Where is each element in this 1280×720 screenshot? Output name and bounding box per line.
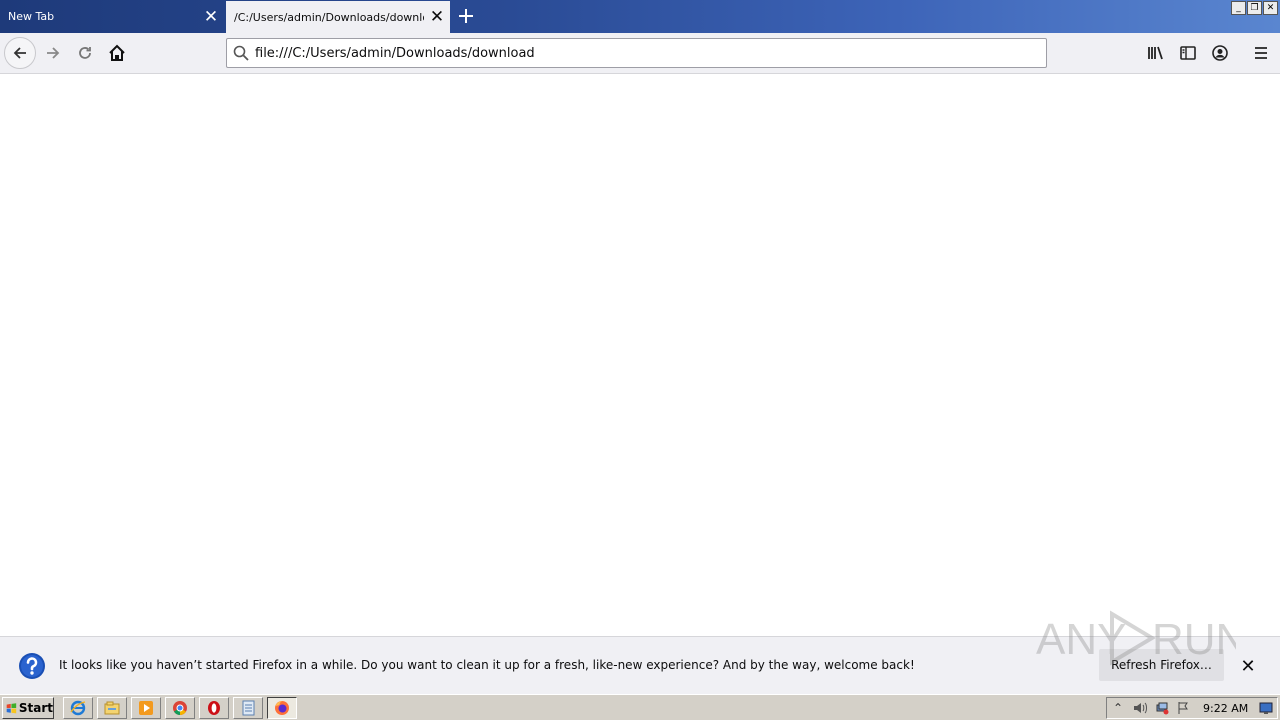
restore-button[interactable]: ❐ xyxy=(1247,1,1262,15)
refresh-notification-bar: It looks like you haven’t started Firefo… xyxy=(0,636,1280,694)
start-button[interactable]: Start xyxy=(2,697,54,719)
reload-icon xyxy=(79,47,91,59)
chrome-icon xyxy=(173,701,187,715)
arrow-right-icon xyxy=(47,47,60,59)
sidebar-icon xyxy=(1180,46,1196,60)
url-bar[interactable]: file:///C:/Users/admin/Downloads/downloa… xyxy=(226,38,1047,68)
notification-message: It looks like you haven’t started Firefo… xyxy=(59,658,915,672)
forward-button[interactable] xyxy=(37,37,69,69)
windows-flag-icon xyxy=(6,703,17,714)
reload-button[interactable] xyxy=(69,37,101,69)
action-center-flag-icon[interactable] xyxy=(1173,698,1195,718)
network-icon[interactable] xyxy=(1151,698,1173,718)
taskbar-explorer[interactable] xyxy=(97,697,127,719)
refresh-firefox-button[interactable]: Refresh Firefox… xyxy=(1099,649,1224,681)
tab-label: New Tab xyxy=(8,10,55,23)
tab-close-icon[interactable]: ✕ xyxy=(424,4,450,30)
back-button[interactable] xyxy=(4,37,36,69)
menu-button[interactable] xyxy=(1245,37,1277,69)
notification-close-icon[interactable]: ✕ xyxy=(1236,654,1260,678)
taskbar-firefox[interactable] xyxy=(267,697,297,719)
account-icon xyxy=(1212,45,1228,61)
taskbar-media-player[interactable] xyxy=(131,697,161,719)
tab-download[interactable]: /C:/Users/admin/Downloads/download ✕ xyxy=(226,1,450,33)
taskbar-notepad[interactable] xyxy=(233,697,263,719)
show-hidden-icons-icon[interactable]: ⌃ xyxy=(1107,698,1129,718)
account-button[interactable] xyxy=(1204,37,1236,69)
new-tab-button[interactable] xyxy=(452,2,480,30)
show-desktop-icon[interactable] xyxy=(1255,698,1277,718)
home-button[interactable] xyxy=(101,37,133,69)
tab-label: /C:/Users/admin/Downloads/download xyxy=(234,10,424,24)
page-content xyxy=(0,74,1280,636)
volume-icon[interactable] xyxy=(1129,698,1151,718)
tab-new-tab[interactable]: New Tab ✕ xyxy=(0,0,224,33)
taskbar: Start ⌃ 9:22 AM xyxy=(0,694,1280,720)
home-icon xyxy=(109,44,125,61)
tab-close-icon[interactable]: ✕ xyxy=(198,4,224,30)
media-player-icon xyxy=(139,701,153,715)
window-controls: _ ❐ ✕ xyxy=(1231,1,1278,15)
close-button[interactable]: ✕ xyxy=(1263,1,1278,15)
library-icon xyxy=(1148,46,1163,60)
ie-icon xyxy=(70,700,86,716)
firefox-icon xyxy=(275,701,289,715)
library-button[interactable] xyxy=(1140,37,1172,69)
nav-toolbar: file:///C:/Users/admin/Downloads/downloa… xyxy=(0,33,1280,74)
arrow-left-icon xyxy=(13,47,26,59)
title-bar: New Tab ✕ /C:/Users/admin/Downloads/down… xyxy=(0,0,1280,33)
hamburger-icon xyxy=(1255,47,1267,59)
minimize-button[interactable]: _ xyxy=(1231,1,1246,15)
url-input[interactable]: file:///C:/Users/admin/Downloads/downloa… xyxy=(255,46,535,61)
notepad-icon xyxy=(242,700,255,716)
clock[interactable]: 9:22 AM xyxy=(1203,702,1255,715)
opera-icon xyxy=(208,701,220,715)
plus-icon xyxy=(459,9,473,23)
sidebar-button[interactable] xyxy=(1172,37,1204,69)
question-icon xyxy=(19,653,45,679)
taskbar-chrome[interactable] xyxy=(165,697,195,719)
taskbar-opera[interactable] xyxy=(199,697,229,719)
system-tray: ⌃ 9:22 AM xyxy=(1106,697,1278,719)
explorer-icon xyxy=(104,701,120,715)
taskbar-ie[interactable] xyxy=(63,697,93,719)
search-icon xyxy=(227,45,255,61)
start-label: Start xyxy=(18,701,53,715)
